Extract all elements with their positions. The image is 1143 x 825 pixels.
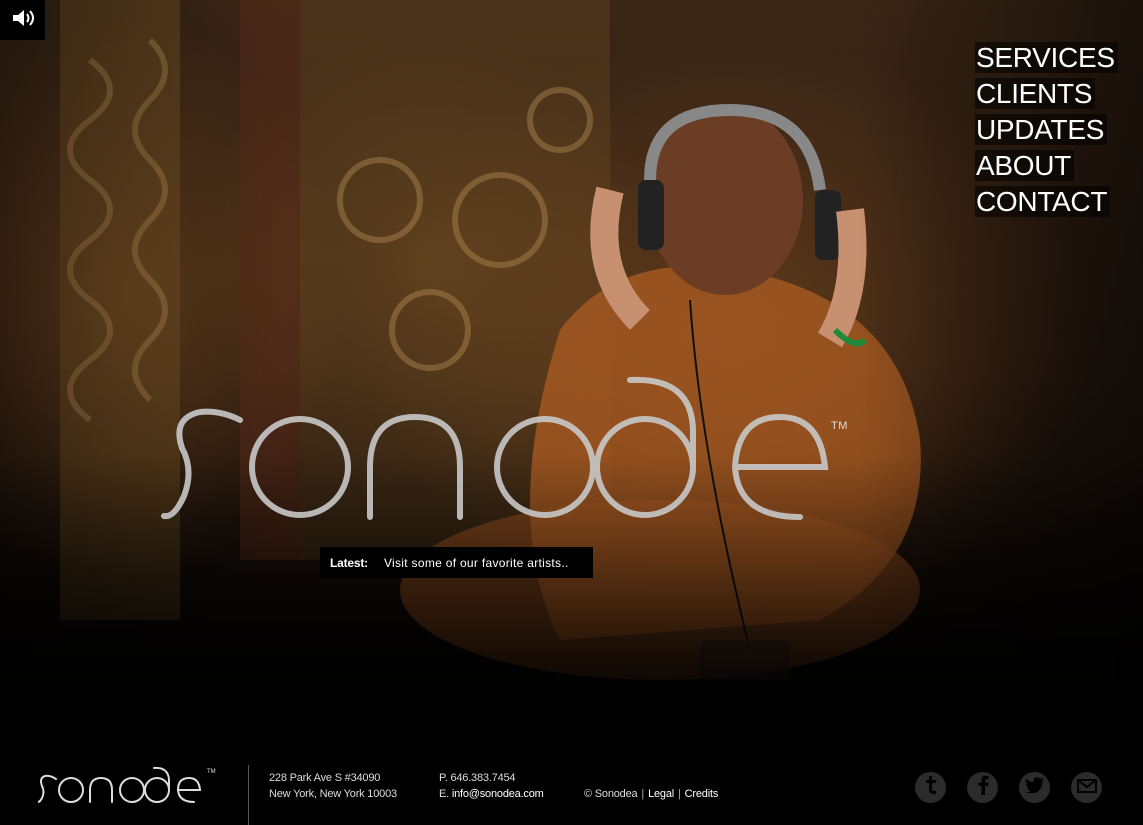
speaker-icon [11, 8, 35, 33]
trademark-mark: TM [831, 420, 848, 432]
footer-divider [248, 765, 249, 825]
footer-logo[interactable] [37, 765, 218, 810]
credits-link[interactable]: Credits [685, 788, 719, 800]
facebook-icon [977, 775, 989, 800]
legal-link[interactable]: Legal [648, 788, 674, 800]
phone-label: P. [439, 772, 448, 784]
email-line: E. info@sonodea.com [439, 786, 544, 802]
footer-contact: P. 646.383.7454 E. info@sonodea.com [439, 770, 544, 802]
sonodea-logo [160, 372, 840, 527]
nav-label-clients: CLIENTS [975, 78, 1096, 109]
latest-label: Latest: [330, 555, 368, 570]
email-link[interactable]: info@sonodea.com [452, 788, 544, 800]
social-links [915, 772, 1102, 803]
latest-bar: Latest: Visit some of our favorite artis… [320, 547, 593, 578]
footer: TM 228 Park Ave S #34090 New York, New Y… [0, 745, 1143, 825]
footer-trademark: TM [207, 769, 216, 775]
facebook-button[interactable] [967, 772, 998, 803]
nav-label-about: ABOUT [975, 150, 1074, 181]
phone-line: P. 646.383.7454 [439, 770, 544, 786]
nav-item-updates[interactable]: UPDATES [975, 113, 1115, 147]
latest-link[interactable]: Visit some of our favorite artists.. [384, 556, 569, 570]
twitter-button[interactable] [1019, 772, 1050, 803]
footer-address: 228 Park Ave S #34090 New York, New York… [269, 770, 397, 802]
copyright-text: © Sonodea [584, 788, 638, 800]
main-navigation: SERVICES CLIENTS UPDATES ABOUT CONTACT [975, 41, 1118, 221]
separator: | [641, 788, 645, 800]
nav-label-updates: UPDATES [975, 114, 1108, 145]
nav-item-clients[interactable]: CLIENTS [975, 77, 1115, 111]
nav-item-services[interactable]: SERVICES [975, 41, 1118, 75]
tumblr-icon [924, 775, 938, 800]
mail-button[interactable] [1071, 772, 1102, 803]
sound-toggle-button[interactable] [0, 0, 45, 40]
nav-item-contact[interactable]: CONTACT [975, 185, 1115, 219]
tumblr-button[interactable] [915, 772, 946, 803]
address-line-2: New York, New York 10003 [269, 788, 397, 800]
footer-legal: © Sonodea | Legal | Credits [584, 786, 718, 802]
nav-label-services: SERVICES [975, 42, 1118, 73]
nav-label-contact: CONTACT [975, 186, 1111, 217]
nav-item-about[interactable]: ABOUT [975, 149, 1115, 183]
mail-icon [1076, 777, 1097, 798]
phone-number: 646.383.7454 [450, 772, 516, 784]
email-label: E. [439, 788, 449, 800]
address-line-1: 228 Park Ave S #34090 [269, 772, 381, 784]
separator: | [678, 788, 681, 800]
twitter-icon [1024, 777, 1045, 798]
